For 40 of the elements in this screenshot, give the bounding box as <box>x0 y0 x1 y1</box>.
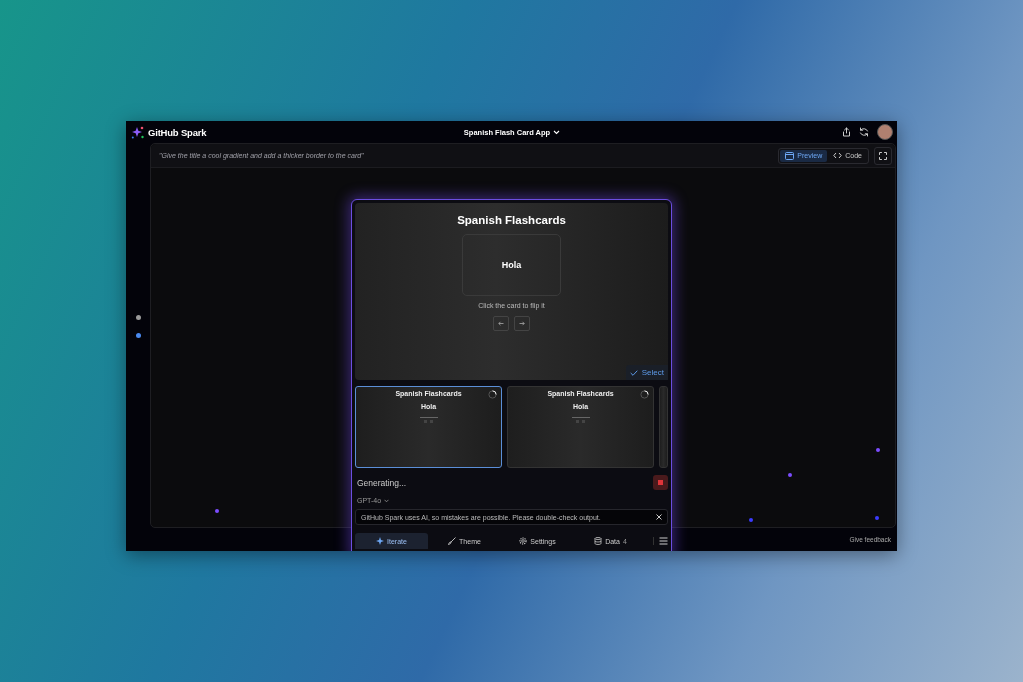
share-icon[interactable] <box>842 127 851 137</box>
previous-button[interactable] <box>493 316 509 331</box>
fullscreen-button[interactable] <box>874 146 892 165</box>
close-icon[interactable] <box>656 514 662 520</box>
chevron-down-icon <box>553 129 561 135</box>
code-icon <box>833 152 843 159</box>
menu-icon[interactable] <box>659 537 668 545</box>
particle-dot <box>788 473 792 477</box>
brush-icon <box>448 537 457 545</box>
preview-title: Spanish Flashcards <box>457 214 566 226</box>
fullscreen-icon <box>879 151 887 160</box>
arrow-right-icon <box>519 321 525 326</box>
chevron-down-icon <box>384 498 390 503</box>
page-dot[interactable] <box>135 333 141 338</box>
stop-button[interactable] <box>653 475 668 490</box>
particle-dot <box>875 516 879 520</box>
flash-card[interactable]: Hola <box>462 234 561 296</box>
check-icon <box>629 369 638 376</box>
variant-thumbnail[interactable] <box>659 386 668 468</box>
select-button[interactable]: Select <box>625 365 668 380</box>
stop-icon <box>658 480 663 485</box>
gear-icon <box>519 537 528 545</box>
status-text: Generating... <box>357 477 407 488</box>
particle-dot <box>215 509 219 513</box>
app-name: GitHub Spark <box>148 126 207 138</box>
avatar[interactable] <box>877 124 893 140</box>
sparkle-logo-icon <box>131 125 144 139</box>
particle-dot <box>876 448 880 452</box>
spinner-icon <box>488 390 497 399</box>
particle-dot <box>749 518 753 522</box>
page-dot[interactable] <box>135 315 141 320</box>
next-button[interactable] <box>514 316 530 331</box>
database-icon <box>594 537 603 545</box>
refresh-icon[interactable] <box>859 127 869 137</box>
sparkle-icon <box>376 537 385 545</box>
window-icon <box>785 151 795 160</box>
spinner-icon <box>640 390 649 399</box>
mini-controls-drawing <box>571 417 590 423</box>
arrow-left-icon <box>498 321 504 326</box>
mini-controls-drawing <box>419 417 438 423</box>
